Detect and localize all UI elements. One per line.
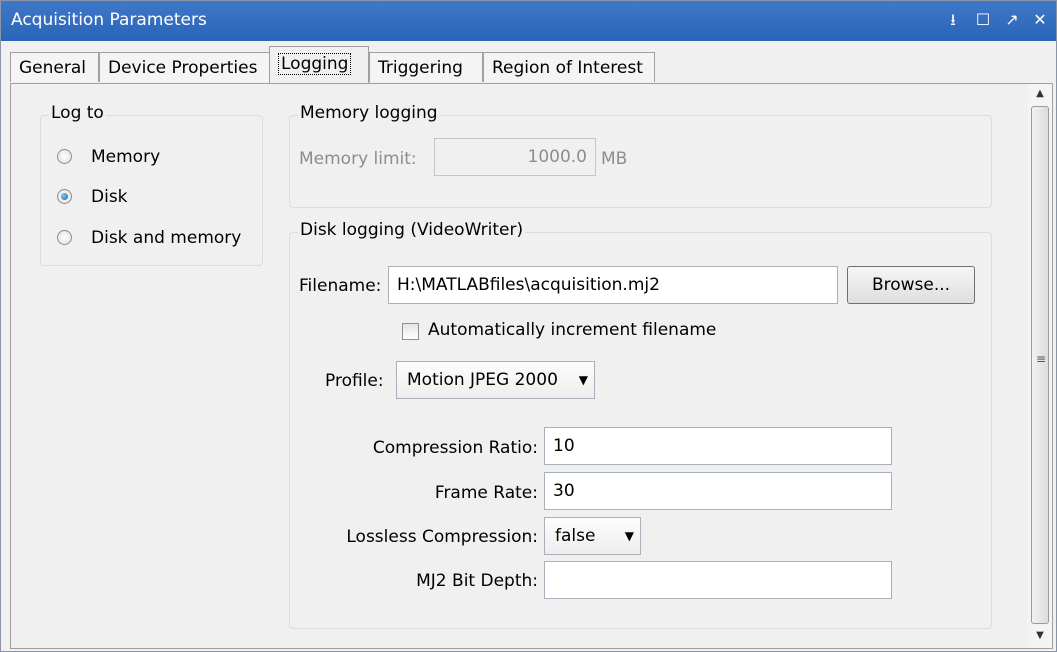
radio-button-selected[interactable] <box>57 189 72 204</box>
tab-label: General <box>19 58 86 78</box>
filename-label: Filename: <box>299 276 382 296</box>
radio-label: Disk and memory <box>91 228 242 248</box>
profile-select[interactable]: Motion JPEG 2000 ▼ <box>396 361 595 399</box>
filename-input[interactable]: H:\MATLABfiles\acquisition.mj2 <box>388 266 838 304</box>
disk-logging-legend: Disk logging (VideoWriter) <box>298 220 526 240</box>
acquisition-parameters-window: Acquisition Parameters ⭳ ☐ ↗ ✕ General D… <box>0 0 1057 652</box>
compression-ratio-input[interactable]: 10 <box>544 427 892 465</box>
tab-general[interactable]: General <box>10 52 99 82</box>
scroll-up-icon[interactable]: ▲ <box>1028 84 1052 104</box>
title-bar: Acquisition Parameters ⭳ ☐ ↗ ✕ <box>1 1 1056 41</box>
chevron-down-icon: ▼ <box>578 373 588 387</box>
maximize-icon[interactable]: ☐ <box>972 9 994 31</box>
memory-limit-label: Memory limit: <box>299 149 417 169</box>
dock-icon[interactable]: ⭳ <box>942 9 964 31</box>
tab-device-properties[interactable]: Device Properties <box>99 52 271 82</box>
frame-rate-label: Frame Rate: <box>434 483 538 503</box>
undock-icon[interactable]: ↗ <box>1001 9 1023 31</box>
auto-increment-label: Automatically increment filename <box>428 320 717 340</box>
memory-limit-input[interactable]: 1000.0 <box>434 138 596 176</box>
close-icon[interactable]: ✕ <box>1029 9 1051 31</box>
log-to-group: Log to Memory Disk Disk and memory <box>40 103 263 266</box>
browse-button[interactable]: Browse... <box>847 266 975 304</box>
lossless-compression-select[interactable]: false ▼ <box>544 517 641 555</box>
memory-logging-legend: Memory logging <box>298 103 440 123</box>
vertical-scrollbar[interactable]: ▲ ≡ ▼ <box>1028 84 1052 648</box>
mj2-bit-depth-label: MJ2 Bit Depth: <box>416 571 538 591</box>
tab-label: Device Properties <box>108 58 258 78</box>
grip-icon: ≡ <box>1036 352 1047 366</box>
profile-value: Motion JPEG 2000 <box>407 370 558 390</box>
scroll-thumb[interactable]: ≡ <box>1031 106 1049 624</box>
scroll-down-icon[interactable]: ▼ <box>1028 626 1052 646</box>
mj2-bit-depth-input[interactable] <box>544 561 892 599</box>
disk-logging-group: Disk logging (VideoWriter) Filename: H:\… <box>289 220 992 629</box>
chevron-down-icon: ▼ <box>624 529 634 543</box>
frame-rate-input[interactable]: 30 <box>544 472 892 510</box>
radio-label: Disk <box>91 187 128 207</box>
log-to-legend: Log to <box>49 103 106 123</box>
profile-label: Profile: <box>325 371 384 391</box>
window-title: Acquisition Parameters <box>11 10 207 30</box>
lossless-value: false <box>555 526 596 546</box>
tab-label: Triggering <box>378 58 463 78</box>
auto-increment-checkbox[interactable] <box>402 323 419 340</box>
radio-button[interactable] <box>57 230 72 245</box>
tab-label: Region of Interest <box>492 58 643 78</box>
tab-label: Logging <box>278 53 352 75</box>
radio-label: Memory <box>91 147 161 167</box>
tab-logging[interactable]: Logging <box>269 46 369 83</box>
logging-panel: Log to Memory Disk Disk and memory Memor… <box>10 83 1053 649</box>
compression-ratio-label: Compression Ratio: <box>372 438 538 458</box>
lossless-compression-label: Lossless Compression: <box>346 527 538 547</box>
radio-button[interactable] <box>57 149 72 164</box>
memory-logging-group: Memory logging Memory limit: 1000.0 MB <box>289 103 992 208</box>
tab-region-of-interest[interactable]: Region of Interest <box>483 52 655 82</box>
tab-triggering[interactable]: Triggering <box>369 52 483 82</box>
memory-unit-label: MB <box>601 149 628 169</box>
